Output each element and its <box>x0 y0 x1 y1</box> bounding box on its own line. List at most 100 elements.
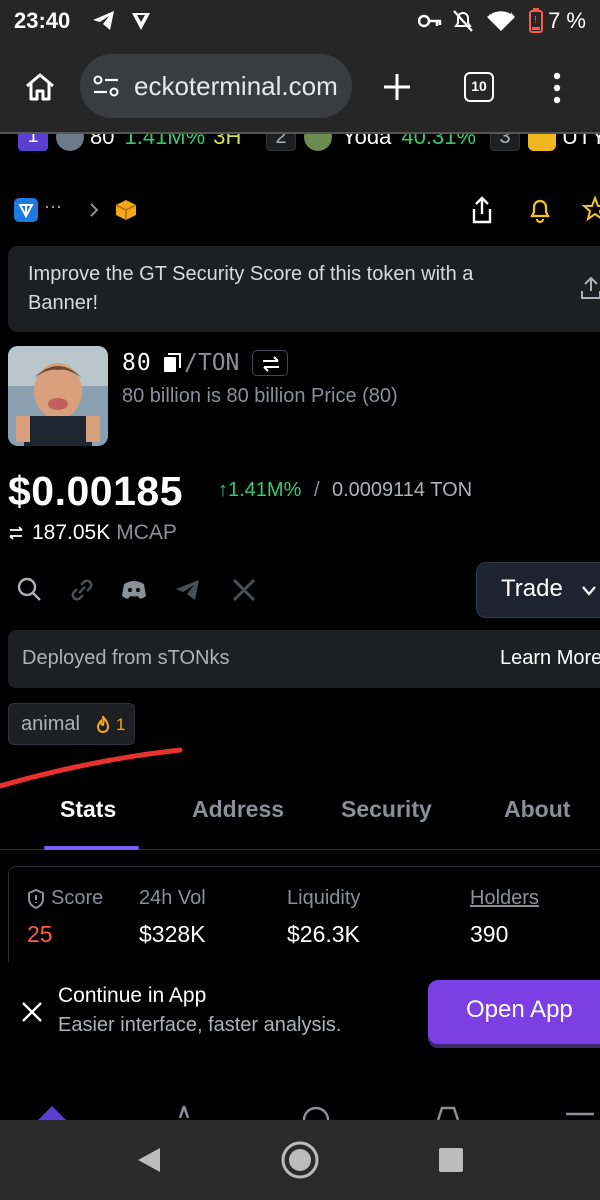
menu-nav-icon[interactable] <box>562 1104 598 1120</box>
trending-ticker: 1 80 1.41M% 3H 2 Yoda 40.31% 3 UTY <box>0 134 600 154</box>
open-app-button[interactable]: Open App <box>428 980 600 1044</box>
learn-more-link[interactable]: Learn More <box>500 647 600 670</box>
token-price-usd: $0.00185 <box>8 468 184 514</box>
share-icon[interactable] <box>470 196 494 224</box>
chevron-right-icon <box>90 203 99 217</box>
stonks-dex-icon[interactable] <box>114 198 138 222</box>
ton-chain-icon[interactable] <box>14 198 38 222</box>
trade-button[interactable]: Trade <box>476 562 600 618</box>
breadcrumb-ellipsis[interactable]: ··· <box>44 196 62 217</box>
active-tab-indicator <box>44 846 139 850</box>
tab-address[interactable]: Address <box>192 796 284 823</box>
token-avatar-image <box>8 346 108 446</box>
tab-security[interactable]: Security <box>341 796 432 823</box>
liquidity-label: Liquidity <box>287 887 361 909</box>
annotation-underline <box>0 747 183 789</box>
holders-value: 390 <box>470 921 509 947</box>
ticker-item[interactable]: 3 UTY <box>490 134 600 152</box>
copy-icon[interactable] <box>162 352 182 374</box>
ticker-name: 80 <box>90 134 115 149</box>
upload-icon[interactable] <box>580 276 600 300</box>
tab-about[interactable]: About <box>504 796 570 823</box>
token-full-name: 80 billion is 80 billion Price (80) <box>122 385 398 407</box>
battery-low-icon: ! <box>529 8 543 33</box>
token-avatar <box>56 134 84 151</box>
volume-label: 24h Vol <box>139 887 206 909</box>
chevron-down-icon <box>582 586 596 596</box>
bell-icon[interactable] <box>528 196 552 224</box>
ticker-item[interactable]: 2 Yoda 40.31% <box>266 134 476 152</box>
x-twitter-icon[interactable] <box>230 576 258 604</box>
address-bar[interactable]: eckoterminal.com <box>80 54 352 118</box>
mcap-label: MCAP <box>116 521 177 544</box>
open-app-label: Open App <box>466 996 573 1023</box>
volume-value: $328K <box>139 921 206 947</box>
star-nav-icon[interactable] <box>166 1104 202 1120</box>
ticker-rank: 2 <box>266 134 296 151</box>
new-tab-icon[interactable] <box>382 72 412 102</box>
bell-off-icon <box>453 10 473 32</box>
deployed-from-notice: Deployed from sTONks Learn More <box>8 630 600 688</box>
mcap-value: 187.05K <box>32 521 111 544</box>
star-icon[interactable] <box>582 196 600 222</box>
tab-bar: Stats Address Security About <box>0 786 600 850</box>
discord-icon[interactable] <box>120 576 148 604</box>
home-button-icon[interactable] <box>280 1140 320 1180</box>
security-banner-prompt[interactable]: Improve the GT Security Score of this to… <box>8 246 600 332</box>
recents-icon[interactable] <box>438 1147 464 1173</box>
token-pair-quote: /TON <box>184 350 240 376</box>
liquidity-value: $26.3K <box>287 921 360 947</box>
svg-text:!: ! <box>534 15 537 26</box>
continue-in-app-bar: Continue in App Easier interface, faster… <box>0 962 600 1062</box>
back-icon[interactable] <box>136 1146 162 1174</box>
search-icon[interactable] <box>16 576 44 604</box>
tag-label: animal <box>21 713 80 735</box>
app-prompt-title: Continue in App <box>58 984 207 1007</box>
swap-icon <box>263 356 279 372</box>
swap-pair-button[interactable] <box>252 350 288 376</box>
ticker-name: UTY <box>562 134 600 149</box>
status-bar: 23:40 + ! 7 % <box>0 0 600 42</box>
stats-card: Score 25 24h Vol $328K Liquidity $26.3K … <box>8 866 600 966</box>
site-settings-icon[interactable] <box>92 74 120 98</box>
market-cap: 187.05K MCAP <box>8 521 177 545</box>
status-time: 23:40 <box>14 8 71 33</box>
ticker-item[interactable]: 1 80 1.41M% 3H <box>18 134 241 152</box>
score-value: 25 <box>27 921 53 947</box>
browser-toolbar: eckoterminal.com 10 <box>0 42 600 134</box>
ticker-age: 3H <box>213 134 242 149</box>
ticker-rank: 3 <box>490 134 520 151</box>
telegram-icon[interactable] <box>174 576 202 604</box>
close-icon[interactable] <box>20 1000 44 1024</box>
token-avatar <box>528 134 556 151</box>
ticker-change: 40.31% <box>401 134 476 149</box>
price-separator: / <box>314 479 320 501</box>
swap-icon <box>9 526 23 540</box>
holders-link[interactable]: Holders <box>470 887 539 910</box>
menu-icon[interactable] <box>552 72 562 104</box>
category-tag[interactable]: animal 1 <box>8 703 135 745</box>
tab-stats[interactable]: Stats <box>60 796 116 823</box>
signal-app-icon <box>132 13 150 30</box>
breadcrumb: ··· <box>0 190 600 230</box>
price-change: ↑1.41M% <box>218 479 302 501</box>
battery-percentage: 7 % <box>548 8 586 33</box>
svg-text:+: + <box>509 10 514 20</box>
tab-switcher-button[interactable]: 10 <box>464 72 494 102</box>
telegram-icon <box>93 11 114 30</box>
shield-nav-icon[interactable] <box>430 1104 466 1120</box>
score-label: Score <box>51 887 104 909</box>
url-text: eckoterminal.com <box>134 71 338 101</box>
banner-text: Improve the GT Security Score of this to… <box>28 263 474 314</box>
link-icon[interactable] <box>68 576 96 604</box>
search-nav-icon[interactable] <box>298 1104 334 1120</box>
shield-icon <box>28 889 44 909</box>
deployed-text: Deployed from sTONks <box>22 647 230 669</box>
home-icon[interactable] <box>24 72 56 102</box>
home-nav-icon[interactable] <box>34 1104 70 1120</box>
key-icon <box>418 14 442 28</box>
app-prompt-subtitle: Easier interface, faster analysis. <box>58 1014 342 1036</box>
tag-count: 1 <box>116 715 126 734</box>
fire-icon <box>96 716 110 733</box>
ticker-rank: 1 <box>18 134 48 151</box>
